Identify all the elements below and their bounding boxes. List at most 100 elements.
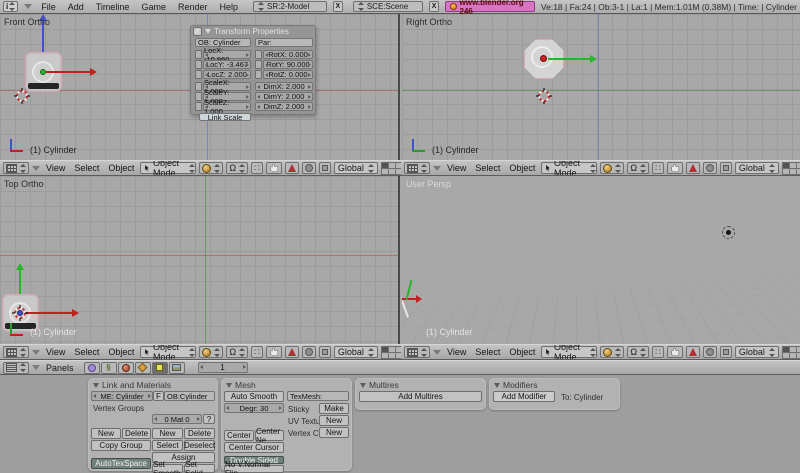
menu-game[interactable]: Game	[138, 2, 169, 12]
orientation-dropdown[interactable]: Global	[735, 346, 779, 358]
layer-buttons-group-1[interactable]	[381, 162, 401, 175]
manipulator-scale-button[interactable]	[302, 162, 316, 174]
panel-collapse-icon[interactable]	[360, 383, 366, 388]
editor-type-button[interactable]	[3, 346, 29, 358]
layer-buttons-group-1[interactable]	[782, 162, 800, 175]
blender-org-link[interactable]: www.blender.org 246	[445, 1, 535, 12]
manipulator-y-arrow[interactable]	[406, 280, 413, 300]
pivot-dropdown[interactable]: Ω	[226, 162, 248, 174]
menu-add[interactable]: Add	[65, 2, 87, 12]
manipulator-translate-button[interactable]	[266, 162, 282, 174]
draw-type-dropdown[interactable]	[600, 346, 624, 358]
panel-collapse-icon[interactable]	[93, 383, 99, 388]
auto-smooth-button[interactable]: Auto Smooth	[224, 391, 284, 402]
collapse-menus-icon[interactable]	[32, 350, 40, 355]
lock-icon[interactable]	[195, 82, 202, 91]
manipulator-scale-button[interactable]	[703, 346, 717, 358]
mesh-datablock-field[interactable]: ME: Cylinder	[91, 391, 153, 401]
manipulator-translate-button[interactable]	[266, 346, 282, 358]
menu-object[interactable]: Object	[105, 347, 137, 357]
object-name-field[interactable]: OB:Cylinder	[164, 391, 215, 401]
script-buttons-tab[interactable]: §	[101, 362, 117, 374]
viewport-header-right[interactable]: View Select Object Object Mode Ω ∷ Globa…	[401, 160, 800, 176]
layer-toggle[interactable]	[389, 347, 395, 352]
dimz-field[interactable]: DimZ: 2.000	[255, 102, 313, 111]
menu-timeline[interactable]: Timeline	[93, 2, 133, 12]
material-help-button[interactable]: ?	[203, 414, 215, 424]
rotx-field[interactable]: RotX: 0.000	[263, 50, 313, 59]
orientation-dropdown[interactable]: Global	[735, 162, 779, 174]
screen-selector[interactable]: SR:2-Model	[253, 1, 327, 12]
manipulator-scale-button[interactable]	[703, 162, 717, 174]
manipulator-translate-button[interactable]	[667, 162, 683, 174]
add-modifier-button[interactable]: Add Modifier	[493, 391, 555, 402]
add-multires-button[interactable]: Add Multires	[359, 391, 482, 402]
autotexspace-button[interactable]: AutoTexSpace	[91, 458, 151, 469]
lock-icon[interactable]	[255, 70, 262, 79]
mesh-panel[interactable]: Mesh Auto Smooth Degr: 30 TexMesh: Stick…	[221, 378, 352, 471]
viewport-user-persp[interactable]: User Persp (1) Cylinder	[402, 176, 800, 344]
vertex-color-new-button[interactable]: New	[319, 427, 349, 438]
material-new-button[interactable]: New	[152, 428, 183, 439]
viewport-header-front[interactable]: View Select Object Object Mode Ω ∷ Globa…	[0, 160, 401, 176]
shading-buttons-tab[interactable]	[118, 362, 134, 374]
modifiers-panel[interactable]: Modifiers Add Modifier To: Cylinder	[489, 378, 620, 410]
layer-toggle[interactable]	[783, 163, 789, 168]
layer-toggle[interactable]	[790, 353, 796, 358]
3d-cursor[interactable]	[536, 88, 552, 104]
center-new-button[interactable]: Center Ne	[255, 430, 284, 441]
manipulator-toggle-button[interactable]	[319, 346, 331, 358]
fake-user-button[interactable]: F	[153, 391, 164, 401]
panel-collapse-icon[interactable]	[494, 383, 500, 388]
layer-toggle[interactable]	[382, 169, 388, 174]
locx-field[interactable]: LocX: -10.960	[203, 50, 251, 59]
mode-dropdown[interactable]: Object Mode	[140, 162, 196, 174]
manipulator-toggle-button[interactable]	[319, 162, 331, 174]
collapse-menus-icon[interactable]	[433, 350, 441, 355]
select-button[interactable]: Select	[152, 440, 183, 451]
no-vnormal-flip-button[interactable]: No V.Normal Flip	[224, 465, 284, 473]
scene-buttons-tab[interactable]	[169, 362, 185, 374]
layer-toggle[interactable]	[389, 169, 395, 174]
menu-render[interactable]: Render	[175, 2, 211, 12]
menu-select[interactable]: Select	[71, 163, 102, 173]
layer-toggle[interactable]	[790, 347, 796, 352]
collapse-menus-icon[interactable]	[433, 166, 441, 171]
layer-buttons-group-1[interactable]	[381, 346, 401, 359]
uv-texture-new-button[interactable]: New	[319, 415, 349, 426]
lock-icon[interactable]	[255, 60, 262, 69]
lock-icon[interactable]	[255, 50, 262, 59]
menu-view[interactable]: View	[444, 163, 469, 173]
lamp-object[interactable]	[722, 226, 735, 239]
menu-select[interactable]: Select	[472, 163, 503, 173]
logic-buttons-tab[interactable]	[84, 362, 100, 374]
layer-toggle[interactable]	[783, 353, 789, 358]
layer-toggle[interactable]	[382, 347, 388, 352]
editor-type-button[interactable]	[3, 162, 29, 174]
degr-field[interactable]: Degr: 30	[224, 403, 284, 413]
lock-icon[interactable]	[195, 70, 202, 79]
manipulator-x-arrow[interactable]	[402, 298, 416, 300]
pivot-dropdown[interactable]: Ω	[226, 346, 248, 358]
sticky-make-button[interactable]: Make	[319, 403, 349, 414]
panel-close-button[interactable]: X	[193, 27, 202, 36]
dimy-field[interactable]: DimY: 2.000	[255, 92, 313, 101]
menu-view[interactable]: View	[43, 163, 68, 173]
snap-button[interactable]: ∷	[251, 346, 263, 358]
manipulator-y-arrow[interactable]	[548, 58, 590, 60]
menu-file[interactable]: File	[38, 2, 59, 12]
menu-select[interactable]: Select	[71, 347, 102, 357]
3d-cursor[interactable]	[12, 305, 28, 321]
layer-toggle[interactable]	[382, 353, 388, 358]
editor-type-button[interactable]	[404, 346, 430, 358]
center-cursor-button[interactable]: Center Cursor	[224, 442, 284, 453]
rotz-field[interactable]: RotZ: 0.000	[263, 70, 313, 79]
manipulator-y-dot[interactable]	[40, 69, 46, 75]
material-index-field[interactable]: 0 Mat 0	[152, 414, 202, 424]
manipulator-rotate-button[interactable]	[686, 162, 700, 174]
link-and-materials-panel[interactable]: Link and Materials ME: Cylinder F OB:Cyl…	[88, 378, 218, 471]
layer-toggle[interactable]	[790, 169, 796, 174]
texmesh-field[interactable]: TexMesh:	[287, 391, 349, 401]
menu-object[interactable]: Object	[105, 163, 137, 173]
manipulator-rotate-button[interactable]	[285, 346, 299, 358]
